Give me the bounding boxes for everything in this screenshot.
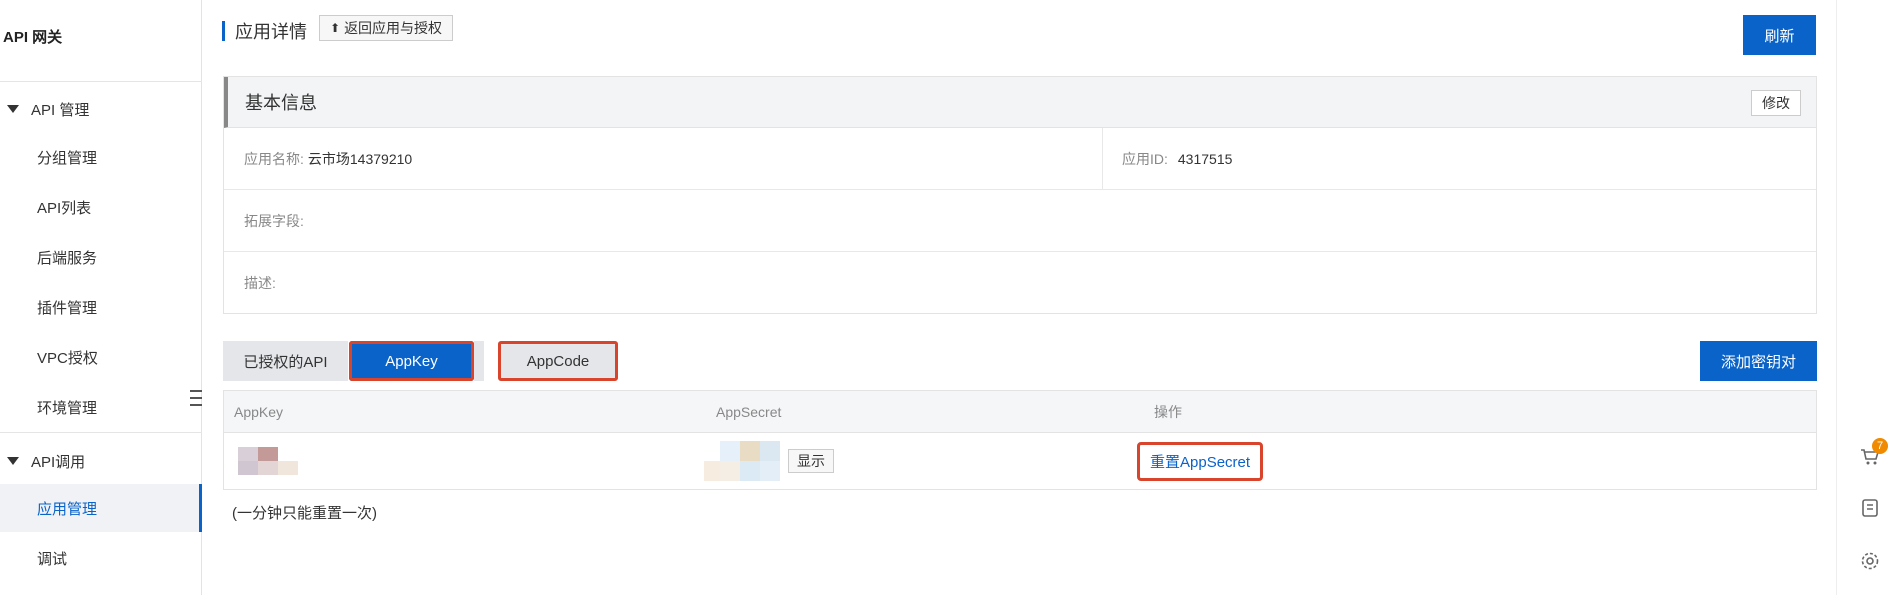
reset-limit-note: (一分钟只能重置一次) [232,505,377,522]
sidebar-item-label: 分组管理 [37,149,98,167]
description-label: 描述: [244,275,276,291]
right-rail: 7 [1836,0,1898,595]
title-accent-bar [222,21,225,41]
page-title: 应用详情 [222,19,307,43]
info-row-name-id: 应用名称: 云市场14379210 应用ID: 4317515 [224,128,1816,190]
cart-icon[interactable]: 7 [1859,438,1888,468]
info-row-ext: 拓展字段: [224,190,1816,252]
app-name-label: 应用名称: [244,150,304,167]
sidebar-item-label: 环境管理 [37,399,98,417]
column-header-appsecret: AppSecret [716,404,782,420]
api-doc-icon-graphic [1862,499,1878,517]
sidebar-item-vpc-auth[interactable]: VPC授权 [0,333,202,381]
tab-spacer [474,341,484,381]
sidebar-item-api-list[interactable]: API列表 [0,183,202,231]
app-name-cell: 应用名称: 云市场14379210 [224,128,412,189]
table-header: AppKey AppSecret 操作 [224,391,1816,433]
sidebar-item-backend-service[interactable]: 后端服务 [0,233,202,281]
sidebar-item-label: 应用管理 [37,500,98,518]
show-secret-button[interactable]: 显示 [788,449,834,473]
caret-down-icon [7,457,19,465]
column-header-appkey: AppKey [234,404,284,420]
sidebar-collapse-icon[interactable] [190,388,204,408]
sidebar-group-api-call[interactable]: API调用 [0,441,202,481]
tab-appcode[interactable]: AppCode [498,341,618,381]
tab-appkey[interactable]: AppKey [349,341,474,381]
column-header-actions: 操作 [1154,404,1182,420]
sidebar-item-label: 插件管理 [37,299,98,317]
masked-appsecret-image [704,441,780,481]
basic-info-title: 基本信息 [245,93,317,113]
sidebar-item-label: API列表 [37,199,92,217]
sidebar-item-label: VPC授权 [37,349,98,367]
sidebar-item-app-manage[interactable]: 应用管理 [0,484,202,532]
actions-cell: 重置AppSecret [1137,433,1264,489]
arrow-up-icon: ⬆ [330,21,341,35]
back-button-label: 返回应用与授权 [344,20,443,36]
tab-bar: 已授权的API AppKey AppCode [223,341,618,381]
table-row: 显示 重置AppSecret [224,433,1816,489]
app-id-value: 4317515 [1177,150,1233,167]
sidebar-item-plugin-manage[interactable]: 插件管理 [0,283,202,331]
tab-authorized-api[interactable]: 已授权的API [223,341,348,381]
edit-button[interactable]: 修改 [1751,90,1801,116]
basic-info-header: 基本信息 修改 [224,77,1816,128]
sidebar-item-group-manage[interactable]: 分组管理 [0,133,202,181]
sidebar-item-env-manage[interactable]: 环境管理 [0,383,202,431]
sidebar-item-debug[interactable]: 调试 [0,534,202,582]
sidebar: API 网关 API 管理 分组管理 API列表 后端服务 插件管理 VPC授权… [0,0,202,595]
caret-down-icon [7,105,19,113]
back-to-apps-button[interactable]: ⬆ 返回应用与授权 [319,15,454,41]
sidebar-group-api-manage[interactable]: API 管理 [0,89,202,129]
sidebar-item-label: 调试 [37,550,68,568]
page-title-text: 应用详情 [235,22,307,42]
app-id-cell: 应用ID: 4317515 [1102,128,1232,189]
sidebar-group-label: API 管理 [31,101,90,119]
app-name-value: 云市场14379210 [307,150,413,167]
appsecret-cell: 显示 [704,433,834,489]
sidebar-item-label: 后端服务 [37,249,98,267]
divider [0,81,202,82]
basic-info-panel: 基本信息 修改 应用名称: 云市场14379210 应用ID: 4317515 … [223,76,1817,314]
cart-badge: 7 [1872,438,1888,454]
ext-field-label: 拓展字段: [244,212,304,229]
settings-icon[interactable] [1859,550,1881,572]
appkey-value-masked [238,433,298,489]
divider [0,432,202,433]
reset-appsecret-link[interactable]: 重置AppSecret [1137,441,1264,481]
gear-icon-graphic [1861,552,1879,570]
api-doc-icon[interactable] [1859,497,1881,519]
app-id-label: 应用ID: [1122,150,1168,167]
sidebar-title: API 网关 [3,29,63,46]
sidebar-group-label: API调用 [31,453,86,471]
appkey-table: AppKey AppSecret 操作 显示 重置AppSecret [223,390,1817,490]
refresh-button[interactable]: 刷新 [1743,15,1816,55]
info-row-desc: 描述: [224,252,1816,314]
masked-appkey-image [238,447,298,475]
add-key-pair-button[interactable]: 添加密钥对 [1700,341,1817,381]
